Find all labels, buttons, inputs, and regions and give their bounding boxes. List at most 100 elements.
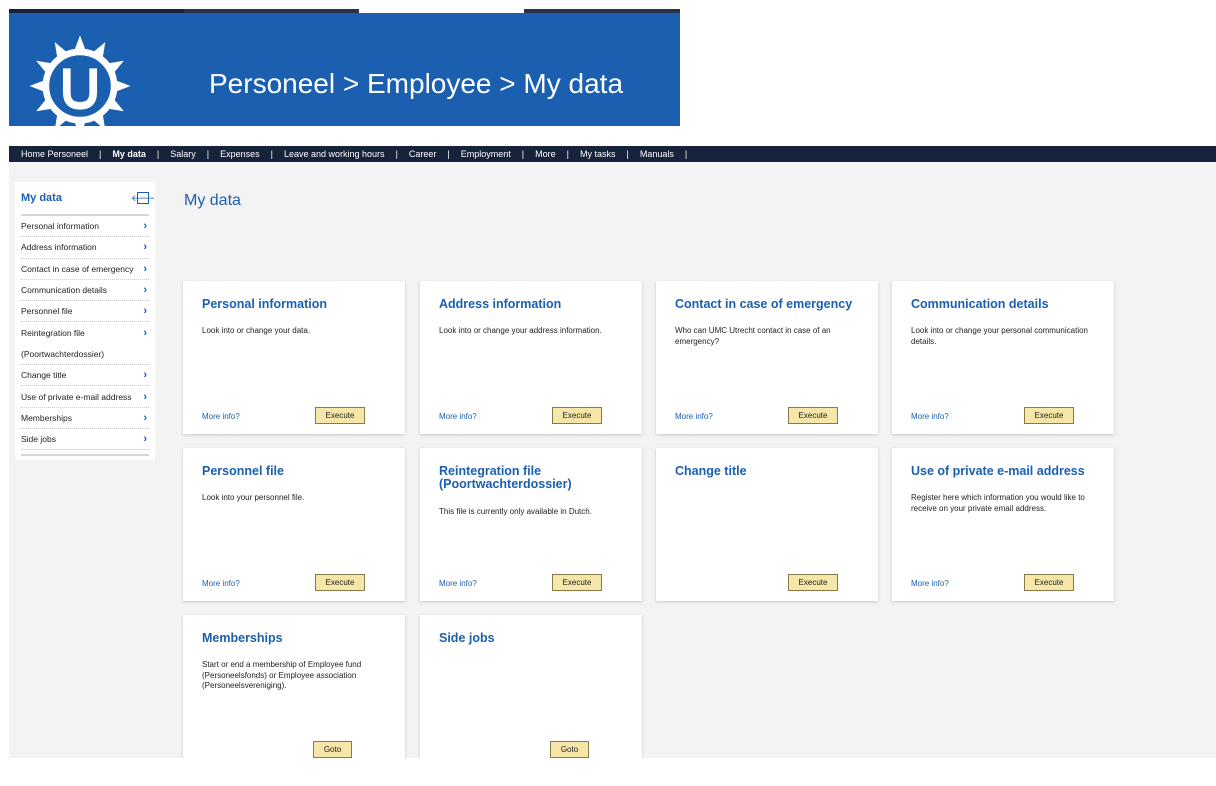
execute-button[interactable]: Execute xyxy=(315,574,365,591)
chevron-right-icon: › xyxy=(143,433,147,446)
card-memberships: Memberships Start or end a membership of… xyxy=(183,615,405,768)
execute-button[interactable]: Execute xyxy=(788,574,838,591)
card-reintegration-file: Reintegration file (Poortwachterdossier)… xyxy=(420,448,642,601)
sidebar-item-label: Side jobs xyxy=(21,434,56,445)
chevron-right-icon: › xyxy=(143,241,147,254)
goto-button[interactable]: Goto xyxy=(313,741,352,758)
nav-home-personeel[interactable]: Home Personeel xyxy=(21,146,88,162)
card-title: Side jobs xyxy=(439,631,495,645)
sidebar-item-contact-emergency[interactable]: Contact in case of emergency › xyxy=(21,259,149,280)
sidebar-item-label: Personnel file xyxy=(21,306,73,317)
more-info-link[interactable]: More info? xyxy=(675,412,713,421)
sidebar-title: My data xyxy=(21,192,62,204)
more-info-link[interactable]: More info? xyxy=(202,412,240,421)
card-address-information: Address information Look into or change … xyxy=(420,281,642,434)
execute-button[interactable]: Execute xyxy=(1024,574,1074,591)
card-title: Communication details xyxy=(911,297,1049,311)
card-title: Contact in case of emergency xyxy=(675,297,853,311)
execute-button[interactable]: Execute xyxy=(552,574,602,591)
chevron-right-icon: › xyxy=(143,369,147,382)
card-title: Personal information xyxy=(202,297,328,311)
card-personnel-file: Personnel file Look into your personnel … xyxy=(183,448,405,601)
sidebar-menu: Personal information › Address informatio… xyxy=(21,216,149,451)
card-title: Reintegration file (Poortwachterdossier) xyxy=(439,464,572,491)
nav-my-tasks[interactable]: My tasks xyxy=(580,146,616,162)
chevron-right-icon: › xyxy=(143,327,147,340)
footer-strip xyxy=(9,758,1216,786)
banner-top-strip xyxy=(9,9,680,13)
execute-button[interactable]: Execute xyxy=(1024,407,1074,424)
chevron-right-icon: › xyxy=(143,220,147,233)
card-description: Look into or change your data. xyxy=(202,326,311,335)
sidebar-header: My data 🡐 xyxy=(21,182,155,216)
nav-career[interactable]: Career xyxy=(409,146,437,162)
sidebar-item-change-title[interactable]: Change title › xyxy=(21,365,149,387)
breadcrumb: Personeel > Employee > My data xyxy=(209,68,624,99)
card-description: Register here which information you woul… xyxy=(911,493,1085,513)
sidebar-item-private-email[interactable]: Use of private e-mail address › xyxy=(21,386,149,408)
nav-separator: | xyxy=(99,149,102,159)
chevron-right-icon: › xyxy=(143,390,147,403)
sidebar-item-address-information[interactable]: Address information › xyxy=(21,237,149,259)
content-area: My data 🡐 Personal information › Address … xyxy=(9,162,1216,768)
nav-my-data[interactable]: My data xyxy=(112,146,146,162)
sidebar-item-personal-information[interactable]: Personal information › xyxy=(21,216,149,238)
execute-button[interactable]: Execute xyxy=(552,407,602,424)
nav-separator: | xyxy=(270,149,273,159)
sidebar-item-label: Memberships xyxy=(21,412,73,423)
nav-employment[interactable]: Employment xyxy=(461,146,511,162)
nav-separator: | xyxy=(566,149,569,159)
collapse-left-arrow-icon[interactable]: 🡐 xyxy=(131,192,155,204)
sidebar-item-side-jobs[interactable]: Side jobs › xyxy=(21,429,149,451)
sidebar-divider xyxy=(21,454,149,457)
nav-separator: | xyxy=(447,149,450,159)
chevron-right-icon: › xyxy=(143,262,147,275)
chevron-right-icon: › xyxy=(143,305,147,318)
sidebar-item-reintegration-file[interactable]: Reintegration file › xyxy=(21,322,149,343)
sidebar: My data 🡐 Personal information › Address … xyxy=(15,182,155,460)
chevron-right-icon: › xyxy=(143,284,147,297)
top-navigation: Home Personeel | My data | Salary | Expe… xyxy=(9,146,1216,162)
nav-expenses[interactable]: Expenses xyxy=(220,146,260,162)
execute-button[interactable]: Execute xyxy=(788,407,838,424)
card-description: Look into or change your address informa… xyxy=(439,326,602,335)
more-info-link[interactable]: More info? xyxy=(439,412,477,421)
sidebar-item-memberships[interactable]: Memberships › xyxy=(21,408,149,429)
more-info-link[interactable]: More info? xyxy=(202,579,240,588)
nav-separator: | xyxy=(521,149,525,159)
card-title: Use of private e-mail address xyxy=(911,464,1085,478)
nav-manuals[interactable]: Manuals xyxy=(640,146,674,162)
card-personal-information: Personal information Look into or change… xyxy=(183,281,405,434)
nav-more[interactable]: More xyxy=(535,146,556,162)
nav-separator: | xyxy=(206,149,210,159)
sidebar-item-label: Use of private e-mail address xyxy=(21,391,132,402)
card-title: Memberships xyxy=(202,631,283,645)
nav-separator: | xyxy=(395,149,398,159)
card-private-email: Use of private e-mail address Register h… xyxy=(892,448,1114,601)
nav-salary[interactable]: Salary xyxy=(170,146,196,162)
more-info-link[interactable]: More info? xyxy=(911,412,949,421)
card-title: Address information xyxy=(439,297,562,311)
nav-leave-and-working-hours[interactable]: Leave and working hours xyxy=(284,146,385,162)
more-info-link[interactable]: More info? xyxy=(911,579,949,588)
card-description: Start or end a membership of Employee fu… xyxy=(202,660,362,690)
card-change-title: Change title Execute xyxy=(656,448,878,601)
more-info-link[interactable]: More info? xyxy=(439,579,477,588)
sidebar-item-label: Change title xyxy=(21,370,67,381)
sidebar-item-label: (Poortwachterdossier) xyxy=(21,348,105,359)
nav-separator: | xyxy=(684,149,688,159)
card-description: Look into or change your personal commun… xyxy=(911,326,1088,346)
sidebar-item-label: Contact in case of emergency xyxy=(21,263,134,274)
sidebar-item-personnel-file[interactable]: Personnel file › xyxy=(21,301,149,323)
sidebar-item-reintegration-file-subtitle[interactable]: (Poortwachterdossier) xyxy=(21,344,149,366)
card-description: Look into your personnel file. xyxy=(202,493,305,502)
sidebar-item-label: Reintegration file xyxy=(21,328,85,339)
goto-button[interactable]: Goto xyxy=(550,741,589,758)
sidebar-item-label: Address information xyxy=(21,242,97,253)
banner: Personeel > Employee > My data xyxy=(9,9,680,126)
chevron-right-icon: › xyxy=(143,411,147,424)
execute-button[interactable]: Execute xyxy=(315,407,365,424)
card-description: Who can UMC Utrecht contact in case of a… xyxy=(675,326,831,346)
card-side-jobs: Side jobs Goto xyxy=(420,615,642,768)
sidebar-item-communication-details[interactable]: Communication details › xyxy=(21,280,149,302)
